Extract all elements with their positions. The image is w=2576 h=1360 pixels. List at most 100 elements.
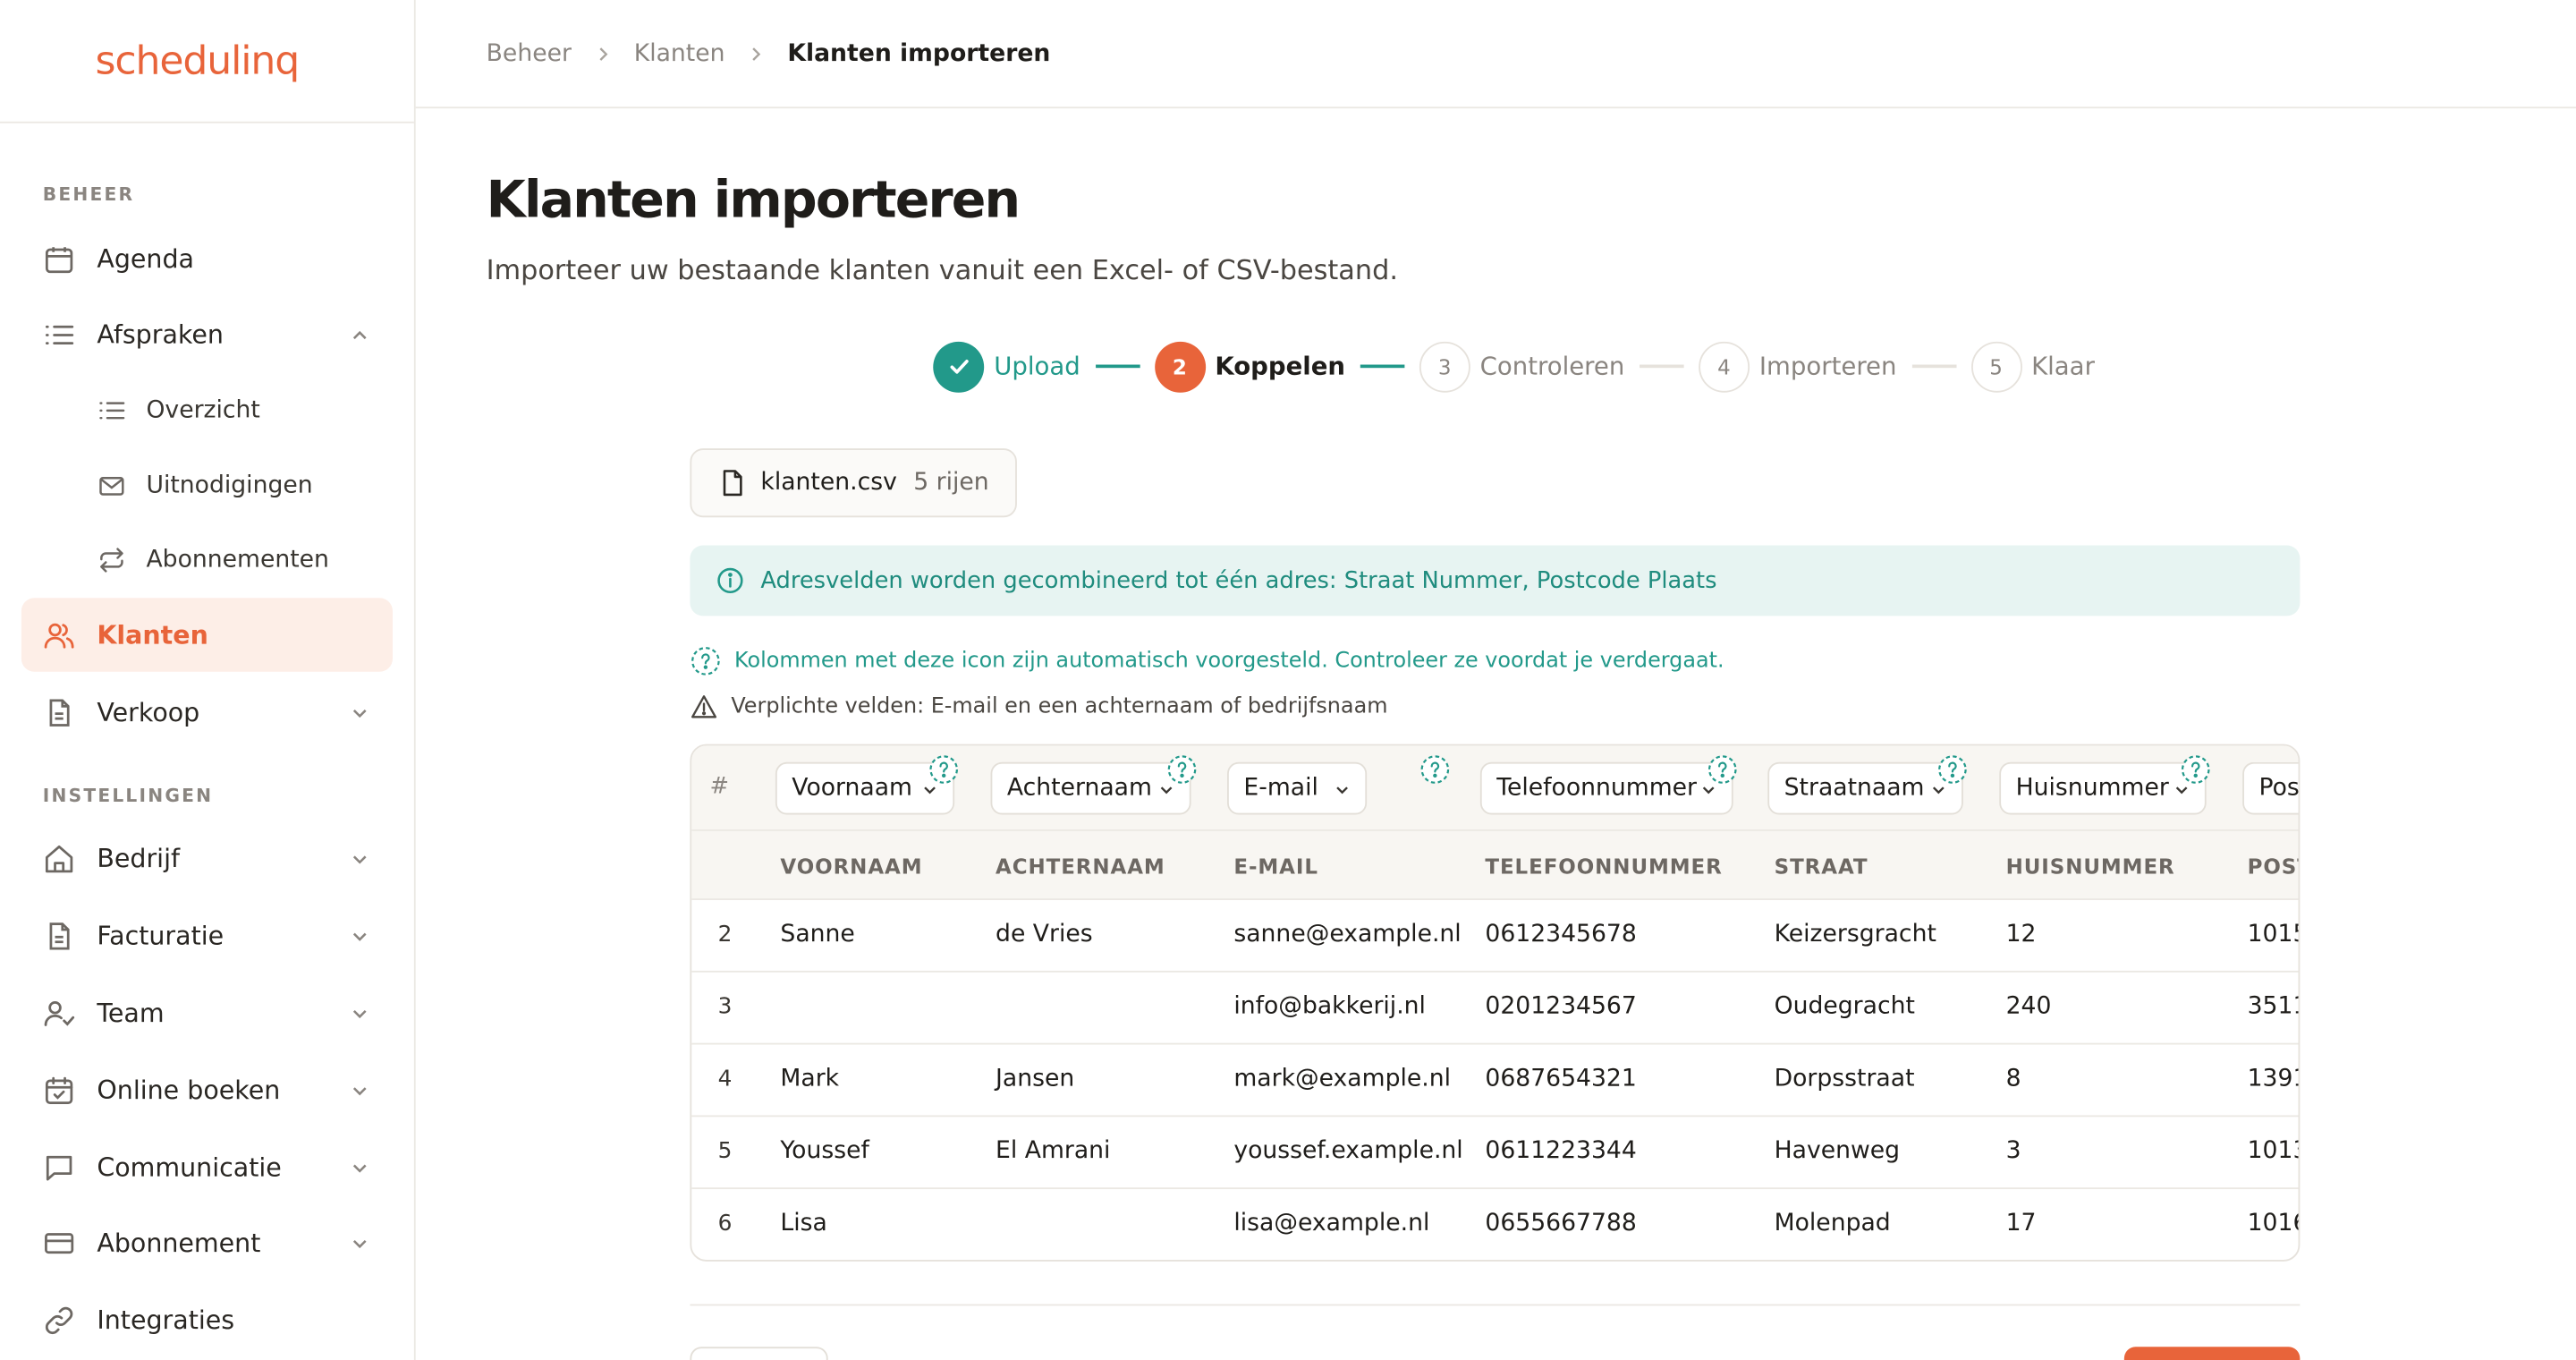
cell-telefoon: 0655667788 [1485, 1210, 1637, 1237]
step-connector [1911, 364, 1956, 369]
document-icon [49, 698, 70, 726]
sidebar-item-abonnementen[interactable]: Abonnementen [21, 523, 393, 597]
column-header-achternaam: ACHTERNAAM [996, 854, 1165, 880]
step-controleren[interactable]: 3 Controleren [1419, 340, 1625, 392]
mapping-select-email[interactable]: E-mail [1227, 761, 1368, 815]
back-button[interactable] [690, 1347, 828, 1360]
column-header-email: E-MAIL [1233, 854, 1318, 880]
step-importeren[interactable]: 4 Importeren [1698, 340, 1897, 392]
sidebar-item-verkoop[interactable]: Verkoop [21, 675, 393, 749]
sidebar-item-integraties[interactable]: Integraties [21, 1283, 393, 1357]
cell-telefoon: 0201234567 [1485, 993, 1637, 1020]
cell-postcode: 1013 [2247, 1138, 2299, 1165]
row-number: 5 [717, 1138, 733, 1165]
cell-huisnummer: 3 [2005, 1138, 2021, 1165]
info-text: Adresvelden worden gecombineerd tot één … [760, 567, 1717, 594]
mail-icon [99, 476, 124, 495]
cell-voornaam: Lisa [780, 1210, 827, 1237]
step-label: Controleren [1479, 351, 1625, 381]
calendar-check-icon [45, 1075, 73, 1104]
step-label: Importeren [1758, 351, 1897, 381]
select-value: Telefoonnummer [1496, 775, 1697, 802]
mapping-select-postcode[interactable]: Pos [2242, 761, 2299, 815]
address-info-banner: Adresvelden worden gecombineerd tot één … [690, 545, 2301, 616]
file-name: klanten.csv [760, 470, 897, 497]
auto-suggest-icon [1167, 755, 1197, 784]
sidebar-item-team[interactable]: Team [21, 975, 393, 1050]
mapping-select-telefoonnummer[interactable]: Telefoonnummer [1479, 761, 1733, 815]
sidebar-item-klanten[interactable]: Klanten [21, 598, 393, 672]
sidebar-item-label: Team [97, 998, 165, 1028]
next-button[interactable] [2123, 1347, 2301, 1360]
step-upload[interactable]: Upload [933, 340, 1080, 392]
step-connector [1360, 364, 1405, 369]
column-header-postcode: POST [2247, 854, 2299, 880]
cell-postcode: 1391 [2247, 1066, 2299, 1092]
sidebar-item-label: Abonnementen [146, 546, 329, 573]
chevron-down-icon [352, 709, 367, 718]
sidebar-item-agenda[interactable]: Agenda [21, 222, 393, 296]
sidebar-item-label: Bedrijf [97, 843, 181, 873]
sidebar-item-label: Klanten [97, 619, 208, 650]
sidebar-item-label: Facturatie [97, 920, 225, 950]
table-body: 2 Sanne de Vries sanne@example.nl 061234… [691, 900, 2299, 1260]
sidebar-item-online-boeken[interactable]: Online boeken [21, 1053, 393, 1127]
import-stepper: Upload 2 Koppelen 3 Controleren 4 Import… [933, 340, 2095, 393]
check-icon [949, 360, 968, 374]
auto-suggest-hint: Kolommen met deze icon zijn automatisch … [690, 645, 1724, 676]
app-logo[interactable]: schedulinq [96, 38, 301, 83]
cell-email: sanne@example.nl [1233, 921, 1462, 948]
step-label: Klaar [2031, 351, 2095, 381]
cell-huisnummer: 17 [2005, 1210, 2037, 1237]
cell-postcode: 1015 [2247, 921, 2299, 948]
table-row: 5 Youssef El Amrani youssef.example.nl 0… [691, 1117, 2299, 1190]
row-number: 6 [717, 1210, 733, 1237]
file-row-count: 5 rijen [913, 470, 989, 497]
auto-suggest-icon [1707, 755, 1737, 784]
sidebar-item-uitnodigingen[interactable]: Uitnodigingen [21, 448, 393, 523]
file-chip[interactable]: klanten.csv 5 rijen [690, 448, 1017, 518]
sidebar-item-abonnement[interactable]: Abonnement [21, 1205, 393, 1279]
sidebar-item-facturatie[interactable]: Facturatie [21, 898, 393, 973]
sidebar-item-communicatie[interactable]: Communicatie [21, 1130, 393, 1204]
mapping-select-straatnaam[interactable]: Straatnaam [1767, 761, 1963, 815]
sidebar-item-label: Verkoop [97, 697, 200, 727]
chevron-up-icon [352, 329, 367, 339]
mapping-select-huisnummer[interactable]: Huisnummer [1999, 761, 2207, 815]
step-connector [1639, 364, 1684, 369]
column-header-huisnummer: HUISNUMMER [2005, 854, 2175, 880]
sidebar-item-overzicht[interactable]: Overzicht [21, 373, 393, 447]
link-icon [45, 1305, 73, 1334]
breadcrumb-klanten[interactable]: Klanten [634, 40, 725, 66]
chevron-down-icon [352, 1086, 367, 1095]
cell-straat: Keizersgracht [1774, 921, 1936, 948]
column-header-straat: STRAAT [1774, 854, 1868, 880]
breadcrumb-current: Klanten importeren [787, 39, 1051, 67]
sidebar-item-label: Abonnement [97, 1228, 261, 1258]
sidebar-item-bedrijf[interactable]: Bedrijf [21, 821, 393, 896]
sidebar-item-label: Uitnodigingen [146, 472, 313, 499]
row-number: 3 [717, 993, 733, 1020]
breadcrumb-beheer[interactable]: Beheer [487, 40, 572, 66]
hint-text: Kolommen met deze icon zijn automatisch … [734, 649, 1724, 674]
hint-text: Verplichte velden: E-mail en een achtern… [731, 694, 1388, 720]
table-row: 2 Sanne de Vries sanne@example.nl 061234… [691, 900, 2299, 973]
step-koppelen[interactable]: 2 Koppelen [1154, 340, 1345, 392]
step-klaar[interactable]: 5 Klaar [1970, 340, 2095, 392]
list-icon [45, 325, 74, 344]
auto-suggest-icon [2181, 755, 2210, 784]
sidebar-item-afspraken[interactable]: Afspraken [21, 297, 393, 371]
page-title: Klanten importeren [486, 170, 1021, 230]
chevron-down-icon [352, 854, 367, 863]
cell-achternaam: Jansen [996, 1066, 1075, 1092]
sidebar-item-label: Overzicht [146, 396, 260, 423]
auto-suggest-icon [1420, 755, 1450, 784]
mapping-select-achternaam[interactable]: Achternaam [990, 761, 1191, 815]
chevron-right-icon [599, 47, 608, 60]
home-icon [45, 845, 73, 872]
auto-suggest-icon [929, 755, 958, 784]
step-number: 5 [1970, 340, 2022, 392]
cell-achternaam: El Amrani [996, 1138, 1111, 1165]
required-fields-hint: Verplichte velden: E-mail en een achtern… [690, 693, 1387, 721]
sidebar-item-label: Agenda [97, 243, 194, 274]
